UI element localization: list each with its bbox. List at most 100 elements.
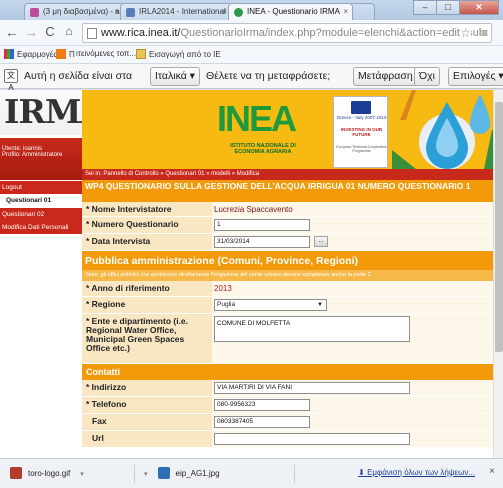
eu-flag-icon: [351, 101, 371, 114]
download-item-toro-logo[interactable]: toro-logo.gif ▾: [10, 467, 84, 479]
url-path: QuestionarioIrma/index.php?module=elench…: [180, 27, 486, 39]
row-ente-dipartimento: * Ente e dipartimento (i.e. Regional Wat…: [82, 314, 493, 364]
address-bar[interactable]: www.rica.inea.it/QuestionarioIrma/index.…: [82, 23, 492, 43]
field-label: * Ente e dipartimento (i.e. Regional Wat…: [82, 314, 212, 363]
tab-label: IRLA2014 - International S: [139, 7, 232, 16]
reload-icon[interactable]: C: [42, 24, 58, 39]
maximize-icon[interactable]: □: [436, 0, 460, 15]
tab-close-icon[interactable]: ×: [343, 7, 348, 16]
inea-favicon-icon: [234, 8, 243, 17]
date-picker-button[interactable]: ...: [314, 236, 328, 247]
translate-bar: 文A Αυτή η σελίδα είναι στα Ιταλικά ▾ Θέλ…: [0, 64, 503, 92]
downloads-bar: toro-logo.gif ▾ ▾ eip_AG1.jpg ⬇ Εμφάνιση ό…: [0, 458, 503, 488]
section-pubblica-amministrazione: Pubblica amministrazione (Comuni, Provin…: [82, 251, 493, 270]
row-numero-questionario: * Numero Questionario 1: [82, 217, 493, 234]
browser-window: (3 μη διαβασμένα) - agro × IRLA2014 - In…: [0, 0, 503, 488]
web-page: IRMA Utente: ioannis Profilo: Amministra…: [0, 90, 503, 458]
tab-label: INEA - Questionario IRMA: [247, 7, 340, 16]
scrollbar-thumb[interactable]: [495, 102, 503, 352]
home-icon[interactable]: ⌂: [61, 24, 77, 38]
page-favicon-icon: [126, 8, 135, 17]
close-downloads-icon[interactable]: ×: [489, 466, 495, 477]
field-label: Fax: [82, 414, 212, 430]
bookmark-star-icon[interactable]: ☆: [460, 26, 471, 40]
row-telefono: * Telefono 080-9956323: [82, 397, 493, 414]
menu-logout[interactable]: Logout: [0, 181, 82, 194]
row-indirizzo: * Indirizzo VIA MARTIRI DI VIA FANI: [82, 380, 493, 397]
field-label: * Anno di riferimento: [82, 281, 212, 296]
translate-prefix: Αυτή η σελίδα είναι στα: [24, 70, 133, 82]
questionnaire-form: WP4 QUESTIONARIO SULLA GESTIONE DELL'ACQ…: [82, 180, 493, 458]
download-item-eip[interactable]: ▾ eip_AG1.jpg: [144, 467, 220, 479]
bookmark-p[interactable]: Π: [56, 49, 75, 59]
translate-button[interactable]: Μετάφραση: [353, 67, 418, 86]
page-icon: [87, 28, 97, 39]
image-file-icon: [10, 467, 22, 479]
tab-inea[interactable]: INEA - Questionario IRMA ×: [228, 3, 353, 20]
department-textarea[interactable]: COMUNE DI MOLFETTA: [214, 316, 410, 342]
mail-favicon-icon: [30, 8, 39, 17]
language-select[interactable]: Ιταλικά ▾: [150, 67, 200, 86]
tab-close-icon[interactable]: ×: [114, 7, 119, 16]
field-label: * Numero Questionario: [82, 217, 212, 233]
address-input[interactable]: VIA MARTIRI DI VIA FANI: [214, 382, 410, 394]
close-window-icon[interactable]: ✕: [459, 0, 499, 15]
questionnaire-number-input[interactable]: 1: [214, 219, 310, 231]
apps-grid-icon: [4, 49, 14, 59]
menu-modifica-dati[interactable]: Modifica Dati Personali: [0, 221, 82, 234]
field-label: * Telefono: [82, 397, 212, 413]
field-label: * Regione: [82, 297, 212, 313]
translate-question: Θέλετε να τη μεταφράσετε;: [206, 70, 331, 82]
download-menu-caret-icon[interactable]: ▾: [144, 471, 148, 478]
row-regione: * Regione Puglia ▼: [82, 297, 493, 314]
tab-strip: (3 μη διαβασμένα) - agro × IRLA2014 - In…: [0, 0, 503, 20]
download-menu-caret-icon[interactable]: ▾: [80, 471, 84, 478]
water-drop-illustration: [392, 90, 503, 169]
window-controls: ‒ □ ✕: [413, 0, 499, 16]
show-all-downloads-link[interactable]: ⬇ Εμφάνιση όλων των λήψεων...: [358, 468, 475, 477]
row-anno-riferimento: * Anno di riferimento 2013: [82, 281, 493, 297]
irma-logo: IRMA: [0, 90, 106, 135]
interview-date-input[interactable]: 31/03/2014: [214, 236, 310, 248]
tab-close-icon[interactable]: ×: [222, 7, 227, 16]
phone-input[interactable]: 080-9956323: [214, 399, 310, 411]
row-fax: Fax 0803387405: [82, 414, 493, 431]
breadcrumb: Sei in: Pannello di Controllo » Question…: [82, 169, 503, 180]
url-input[interactable]: [214, 433, 410, 445]
inea-logo: INEA ISTITUTO NAZIONALE DI ECONOMIA AGRA…: [217, 98, 297, 155]
row-url: Url: [82, 431, 493, 448]
back-arrow-icon[interactable]: ←: [4, 24, 20, 40]
dropdown-arrow-icon: ▼: [317, 302, 323, 308]
bookmark-apps[interactable]: Εφαρμογές: [4, 49, 57, 59]
section-note: Note: gli uffici pubblici che gestiscono…: [82, 270, 493, 281]
region-select[interactable]: Puglia ▼: [214, 299, 327, 311]
menu-questionari-01[interactable]: Questionari 01: [0, 194, 82, 207]
user-info-box: Utente: ioannis Profilo: Amministratore: [0, 138, 82, 180]
bookmark-suggested[interactable]: ιτεινόμενες τοπ...: [76, 49, 136, 58]
page-scrollbar[interactable]: [493, 90, 503, 458]
forward-arrow-icon[interactable]: →: [23, 24, 39, 40]
field-label: * Nome Intervistatore: [82, 202, 212, 216]
interviewer-name-value: Lucrezia Spaccavento: [214, 205, 293, 214]
tab-agro[interactable]: (3 μη διαβασμένα) - agro ×: [24, 3, 124, 20]
page-header: INEA ISTITUTO NAZIONALE DI ECONOMIA AGRA…: [82, 90, 503, 169]
bookmark-import-ie[interactable]: Εισαγωγή από το IE: [136, 49, 221, 59]
tab-irla[interactable]: IRLA2014 - International S ×: [120, 3, 232, 20]
row-nome-intervistatore: * Nome Intervistatore Lucrezia Spaccaven…: [82, 202, 493, 217]
menu-questionari-02[interactable]: Questionari 02: [0, 208, 82, 221]
navigation-bar: ← → C ⌂ www.rica.inea.it/QuestionarioIrm…: [0, 20, 503, 46]
fax-input[interactable]: 0803387405: [214, 416, 310, 428]
options-button[interactable]: Επιλογές ▾: [448, 67, 503, 86]
tab-label: (3 μη διαβασμένα) - agro: [43, 7, 124, 16]
no-translate-button[interactable]: Όχι: [414, 67, 440, 86]
minimize-icon[interactable]: ‒: [413, 0, 437, 15]
field-label: Url: [82, 431, 212, 447]
left-sidebar: IRMA Utente: ioannis Profilo: Amministra…: [0, 90, 106, 458]
image-file-icon: [157, 467, 170, 479]
folder-icon: [136, 49, 146, 59]
browser-menu-icon[interactable]: ≡: [480, 26, 488, 40]
reference-year-value: 2013: [214, 284, 232, 293]
field-label: * Indirizzo: [82, 380, 212, 396]
url-host: www.rica.inea.it/: [101, 27, 181, 39]
bookmark-favicon-icon: [56, 49, 66, 59]
